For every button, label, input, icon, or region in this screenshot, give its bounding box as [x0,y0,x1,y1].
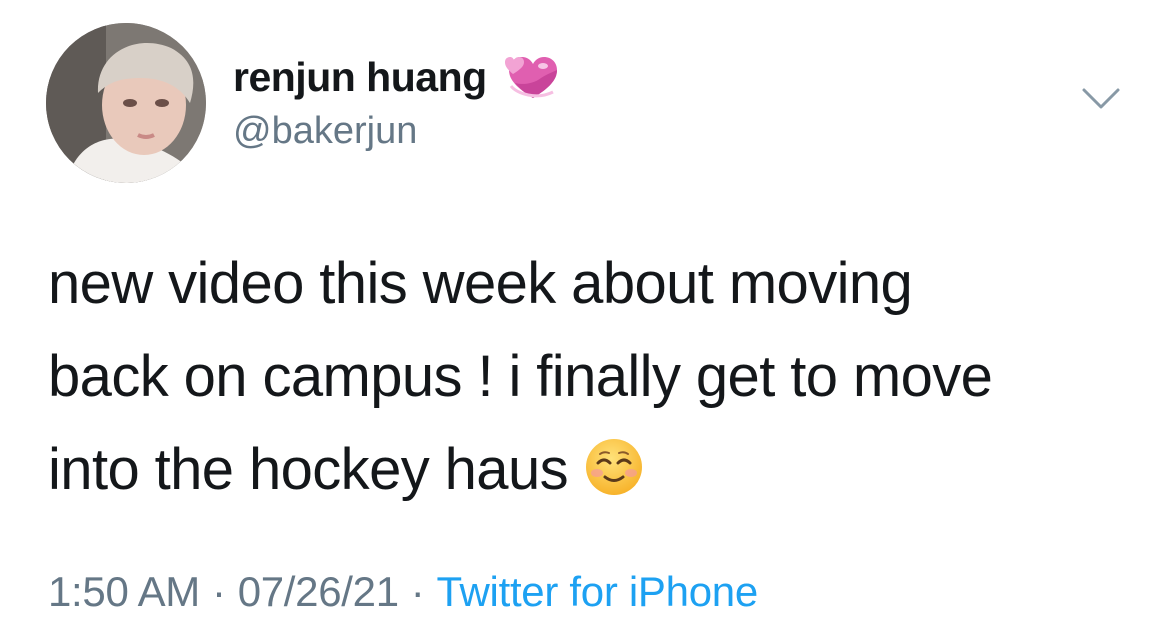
revolving-hearts-icon [504,57,557,98]
smiling-face-icon [586,439,643,495]
author-name-row: renjun huang [233,50,559,104]
meta-separator: · [212,568,226,615]
tweet-text-line: back on campus ! i finally get to move [48,344,993,409]
author-handle[interactable]: @bakerjun [233,110,417,153]
tweet-text-line-content: into the hockey haus [48,437,569,502]
tweet-text-line: new video this week about moving [48,251,913,316]
tweet-text: new video this week about moving back on… [48,237,1148,516]
meta-separator: · [410,568,425,615]
tweet-source-link[interactable]: Twitter for iPhone [436,568,758,615]
avatar[interactable] [46,23,206,183]
chevron-down-icon[interactable] [1081,86,1121,112]
tweet-date[interactable]: 07/26/21 [238,568,399,615]
tweet-time[interactable]: 1:50 AM [48,568,200,615]
avatar-photo [46,23,206,183]
tweet-meta: 1:50 AM · 07/26/21 · Twitter for iPhone [48,568,758,616]
display-name[interactable]: renjun huang [233,54,487,101]
tweet-text-line: into the hockey haus [48,423,1148,516]
